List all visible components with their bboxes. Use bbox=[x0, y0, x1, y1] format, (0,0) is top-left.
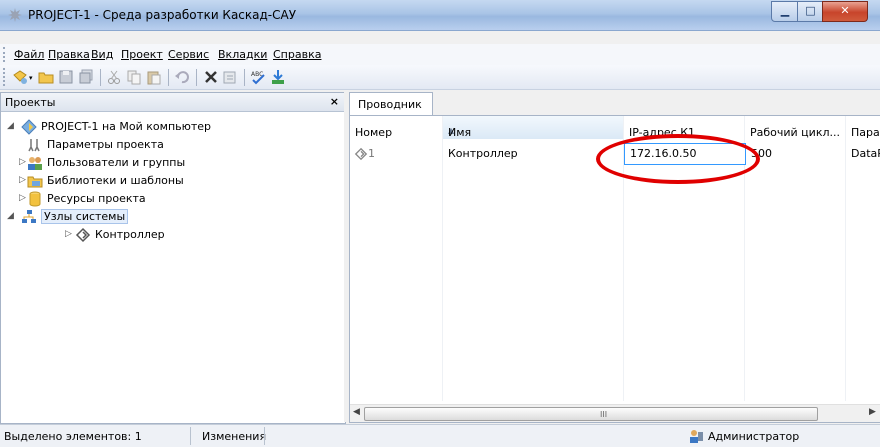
app-icon bbox=[8, 8, 22, 22]
save-all-icon[interactable] bbox=[78, 69, 94, 85]
tree-label: Библиотеки и шаблоны bbox=[47, 174, 184, 187]
tree-node-project[interactable]: ◢ PROJECT-1 на Мой компьютер bbox=[5, 118, 335, 136]
menu-edit[interactable]: Правка bbox=[48, 48, 90, 61]
expand-arrow-icon[interactable]: ▷ bbox=[19, 157, 26, 167]
status-separator bbox=[264, 427, 265, 445]
collapse-arrow-icon[interactable]: ◢ bbox=[7, 121, 14, 131]
cell-number[interactable]: 1 bbox=[350, 144, 442, 164]
users-icon bbox=[28, 157, 42, 170]
tree-label: Контроллер bbox=[95, 228, 165, 241]
cell-params[interactable]: DataP bbox=[846, 144, 880, 164]
toolbar-separator bbox=[196, 69, 197, 86]
status-changes: Изменения bbox=[202, 430, 267, 443]
undo-icon[interactable] bbox=[174, 69, 190, 85]
close-panel-button[interactable]: × bbox=[330, 95, 339, 108]
new-item-icon[interactable] bbox=[12, 69, 28, 85]
toolbar-separator bbox=[100, 69, 101, 86]
cut-icon[interactable] bbox=[106, 69, 122, 85]
toolbar-separator bbox=[244, 69, 245, 86]
scroll-left-arrow[interactable]: ◀ bbox=[353, 407, 360, 417]
scrollbar-thumb[interactable]: III bbox=[364, 407, 818, 421]
menu-help[interactable]: Справка bbox=[273, 48, 321, 61]
tree-node-resources[interactable]: ▷ Ресурсы проекта bbox=[19, 190, 319, 208]
window-title: PROJECT-1 - Среда разработки Каскад-САУ bbox=[28, 8, 297, 22]
menu-grip[interactable] bbox=[3, 47, 9, 62]
tree-node-libraries[interactable]: ▷ Библиотеки и шаблоны bbox=[19, 172, 319, 190]
status-bar: Выделено элементов: 1 Изменения Админист… bbox=[0, 424, 880, 447]
properties-icon[interactable] bbox=[222, 69, 238, 85]
tree-label: Пользователи и группы bbox=[47, 156, 186, 169]
column-header-number[interactable]: Номер bbox=[350, 116, 443, 139]
tree-node-controller[interactable]: ▷ Контроллер bbox=[65, 226, 325, 244]
tree-node-project-params[interactable]: Параметры проекта bbox=[27, 136, 327, 154]
params-value: DataP bbox=[851, 147, 880, 160]
horizontal-scrollbar[interactable]: ◀ III ▶ bbox=[350, 404, 880, 422]
column-label: Имя bbox=[448, 126, 472, 139]
projects-panel: Проекты × ◢ PROJECT-1 на Мой компьютер П… bbox=[0, 92, 346, 424]
tree-label: PROJECT-1 на Мой компьютер bbox=[41, 120, 212, 133]
library-icon bbox=[27, 176, 43, 188]
column-label: Номер bbox=[355, 126, 393, 139]
row-number: 1 bbox=[368, 147, 375, 160]
save-icon[interactable] bbox=[58, 69, 74, 85]
controller-icon bbox=[75, 227, 91, 243]
explorer-area: Проводник Номер ▲ Имя IP-адрес К1 Рабочий… bbox=[344, 92, 880, 423]
cell-cycle[interactable]: 500 bbox=[746, 144, 845, 164]
toolbar-separator bbox=[168, 69, 169, 86]
tab-label: Проводник bbox=[358, 98, 422, 111]
settings-icon bbox=[28, 139, 40, 152]
controller-icon bbox=[354, 147, 368, 161]
toolbar: ▾ ABC bbox=[0, 65, 880, 90]
column-label: Парам bbox=[851, 126, 880, 139]
row-name: Контроллер bbox=[448, 147, 518, 160]
open-folder-icon[interactable] bbox=[38, 69, 54, 85]
status-separator bbox=[190, 427, 191, 445]
column-header-name[interactable]: ▲ Имя bbox=[443, 116, 624, 139]
project-icon bbox=[21, 119, 37, 135]
column-label: Рабочий цикл... bbox=[750, 126, 840, 139]
menu-project[interactable]: Проект bbox=[121, 48, 163, 61]
paste-icon[interactable] bbox=[146, 69, 162, 85]
expand-arrow-icon[interactable]: ▷ bbox=[19, 193, 26, 203]
projects-panel-header: Проекты × bbox=[1, 93, 345, 112]
collapse-arrow-icon[interactable]: ◢ bbox=[7, 211, 14, 221]
delete-icon[interactable] bbox=[203, 69, 219, 85]
menu-view[interactable]: Вид bbox=[91, 48, 113, 61]
status-selected-count: Выделено элементов: 1 bbox=[4, 430, 142, 443]
toolbar-grip[interactable] bbox=[3, 68, 9, 86]
projects-panel-title: Проекты bbox=[5, 96, 56, 109]
tree-node-users[interactable]: ▷ Пользователи и группы bbox=[19, 154, 319, 172]
menu-service[interactable]: Сервис bbox=[168, 48, 209, 61]
column-header-cycle[interactable]: Рабочий цикл... bbox=[745, 116, 846, 139]
menu-file[interactable]: Файл bbox=[14, 48, 44, 61]
resources-icon bbox=[29, 191, 41, 207]
expand-arrow-icon[interactable]: ▷ bbox=[19, 175, 26, 185]
minimize-button[interactable]: ▁ bbox=[771, 1, 799, 22]
scroll-grip: III bbox=[600, 410, 608, 419]
spellcheck-icon[interactable]: ABC bbox=[250, 69, 266, 85]
scroll-right-arrow[interactable]: ▶ bbox=[869, 407, 876, 417]
main-window: PROJECT-1 - Среда разработки Каскад-САУ … bbox=[0, 0, 880, 447]
tab-explorer[interactable]: Проводник bbox=[349, 92, 433, 116]
network-icon bbox=[22, 210, 36, 223]
build-icon[interactable] bbox=[270, 69, 286, 85]
tree-node-system-nodes[interactable]: ◢ Узлы системы bbox=[5, 208, 305, 226]
menu-tabs[interactable]: Вкладки bbox=[218, 48, 267, 61]
user-icon bbox=[690, 430, 703, 443]
annotation-circle bbox=[596, 134, 760, 184]
tree-label: Узлы системы bbox=[41, 209, 129, 224]
column-header-params[interactable]: Парам bbox=[846, 116, 880, 139]
tree-label: Параметры проекта bbox=[47, 138, 164, 151]
title-bar[interactable]: PROJECT-1 - Среда разработки Каскад-САУ … bbox=[0, 0, 880, 31]
maximize-button[interactable]: □ bbox=[797, 1, 824, 22]
tree-label: Ресурсы проекта bbox=[47, 192, 146, 205]
menu-bar: Файл Правка Вид Проект Сервис Вкладки Сп… bbox=[0, 44, 880, 65]
close-button[interactable]: ✕ bbox=[822, 1, 868, 22]
copy-icon[interactable] bbox=[126, 69, 142, 85]
expand-arrow-icon[interactable]: ▷ bbox=[65, 229, 72, 239]
status-user: Администратор bbox=[708, 430, 800, 443]
